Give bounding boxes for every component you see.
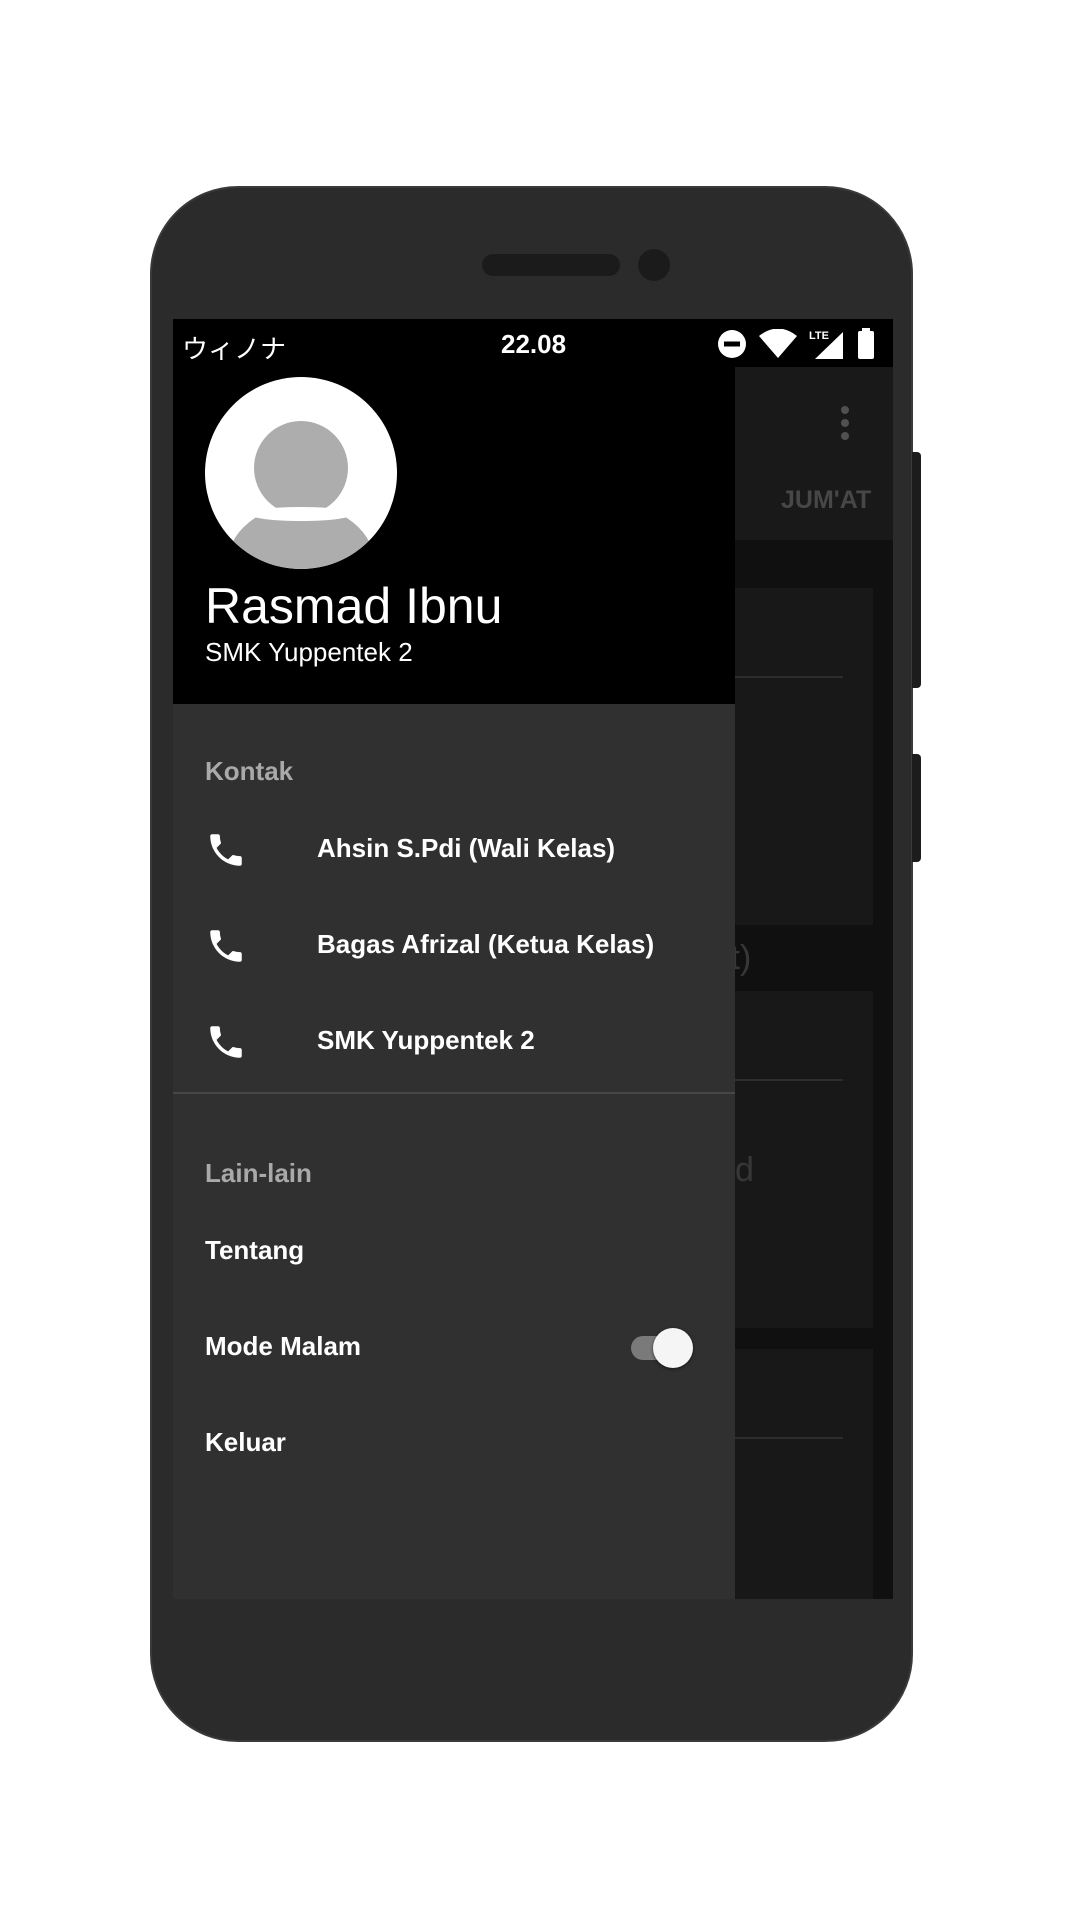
contact-label: Bagas Afrizal (Ketua Kelas) xyxy=(317,929,655,959)
avatar-neck-gap xyxy=(249,507,353,521)
contact-item-wali-kelas[interactable]: Ahsin S.Pdi (Wali Kelas) xyxy=(173,805,735,893)
phone-icon xyxy=(210,834,242,866)
toggle-knob xyxy=(653,1328,693,1368)
menu-item-logout[interactable]: Keluar xyxy=(173,1399,735,1487)
phone-icon xyxy=(210,930,242,962)
about-label: Tentang xyxy=(205,1235,305,1265)
phone-camera xyxy=(638,249,670,281)
volume-button xyxy=(912,452,921,688)
avatar-head xyxy=(254,421,348,515)
night-mode-label: Mode Malam xyxy=(205,1331,362,1361)
user-school: SMK Yuppentek 2 xyxy=(205,637,413,667)
phone-icon xyxy=(210,1026,242,1058)
section-title-others: Lain-lain xyxy=(205,1158,312,1188)
navigation-drawer: Rasmad Ibnu SMK Yuppentek 2 Kontak Ahsin… xyxy=(173,367,735,1599)
lte-signal-icon: LTE xyxy=(809,330,843,359)
carrier-name: ウィノナ xyxy=(182,334,287,364)
phone-speaker xyxy=(482,254,620,276)
power-button xyxy=(912,754,921,862)
menu-item-night-mode[interactable]: Mode Malam xyxy=(173,1303,735,1391)
drawer-header: Rasmad Ibnu SMK Yuppentek 2 xyxy=(173,367,735,704)
status-icons: LTE xyxy=(717,328,875,360)
user-name: Rasmad Ibnu xyxy=(205,578,503,634)
contact-item-ketua-kelas[interactable]: Bagas Afrizal (Ketua Kelas) xyxy=(173,901,735,989)
contact-label: SMK Yuppentek 2 xyxy=(317,1025,535,1055)
contact-label: Ahsin S.Pdi (Wali Kelas) xyxy=(317,833,616,863)
status-time: 22.08 xyxy=(501,329,567,359)
menu-item-about[interactable]: Tentang xyxy=(173,1207,735,1295)
contact-item-school[interactable]: SMK Yuppentek 2 xyxy=(173,997,735,1085)
section-title-contacts: Kontak xyxy=(205,756,294,786)
do-not-disturb-icon xyxy=(718,330,746,358)
logout-label: Keluar xyxy=(205,1427,286,1457)
drawer-divider xyxy=(173,1092,735,1094)
night-mode-toggle[interactable] xyxy=(629,1325,699,1371)
status-bar: ウィノナ 22.08 LTE xyxy=(173,319,893,367)
svg-text:LTE: LTE xyxy=(809,330,829,342)
wifi-icon xyxy=(759,329,797,358)
battery-icon xyxy=(858,328,874,359)
device-screen: ウィノナ 22.08 LTE JUM'AT it) d Rasmad Ibnu … xyxy=(173,319,893,1599)
avatar xyxy=(205,377,397,569)
